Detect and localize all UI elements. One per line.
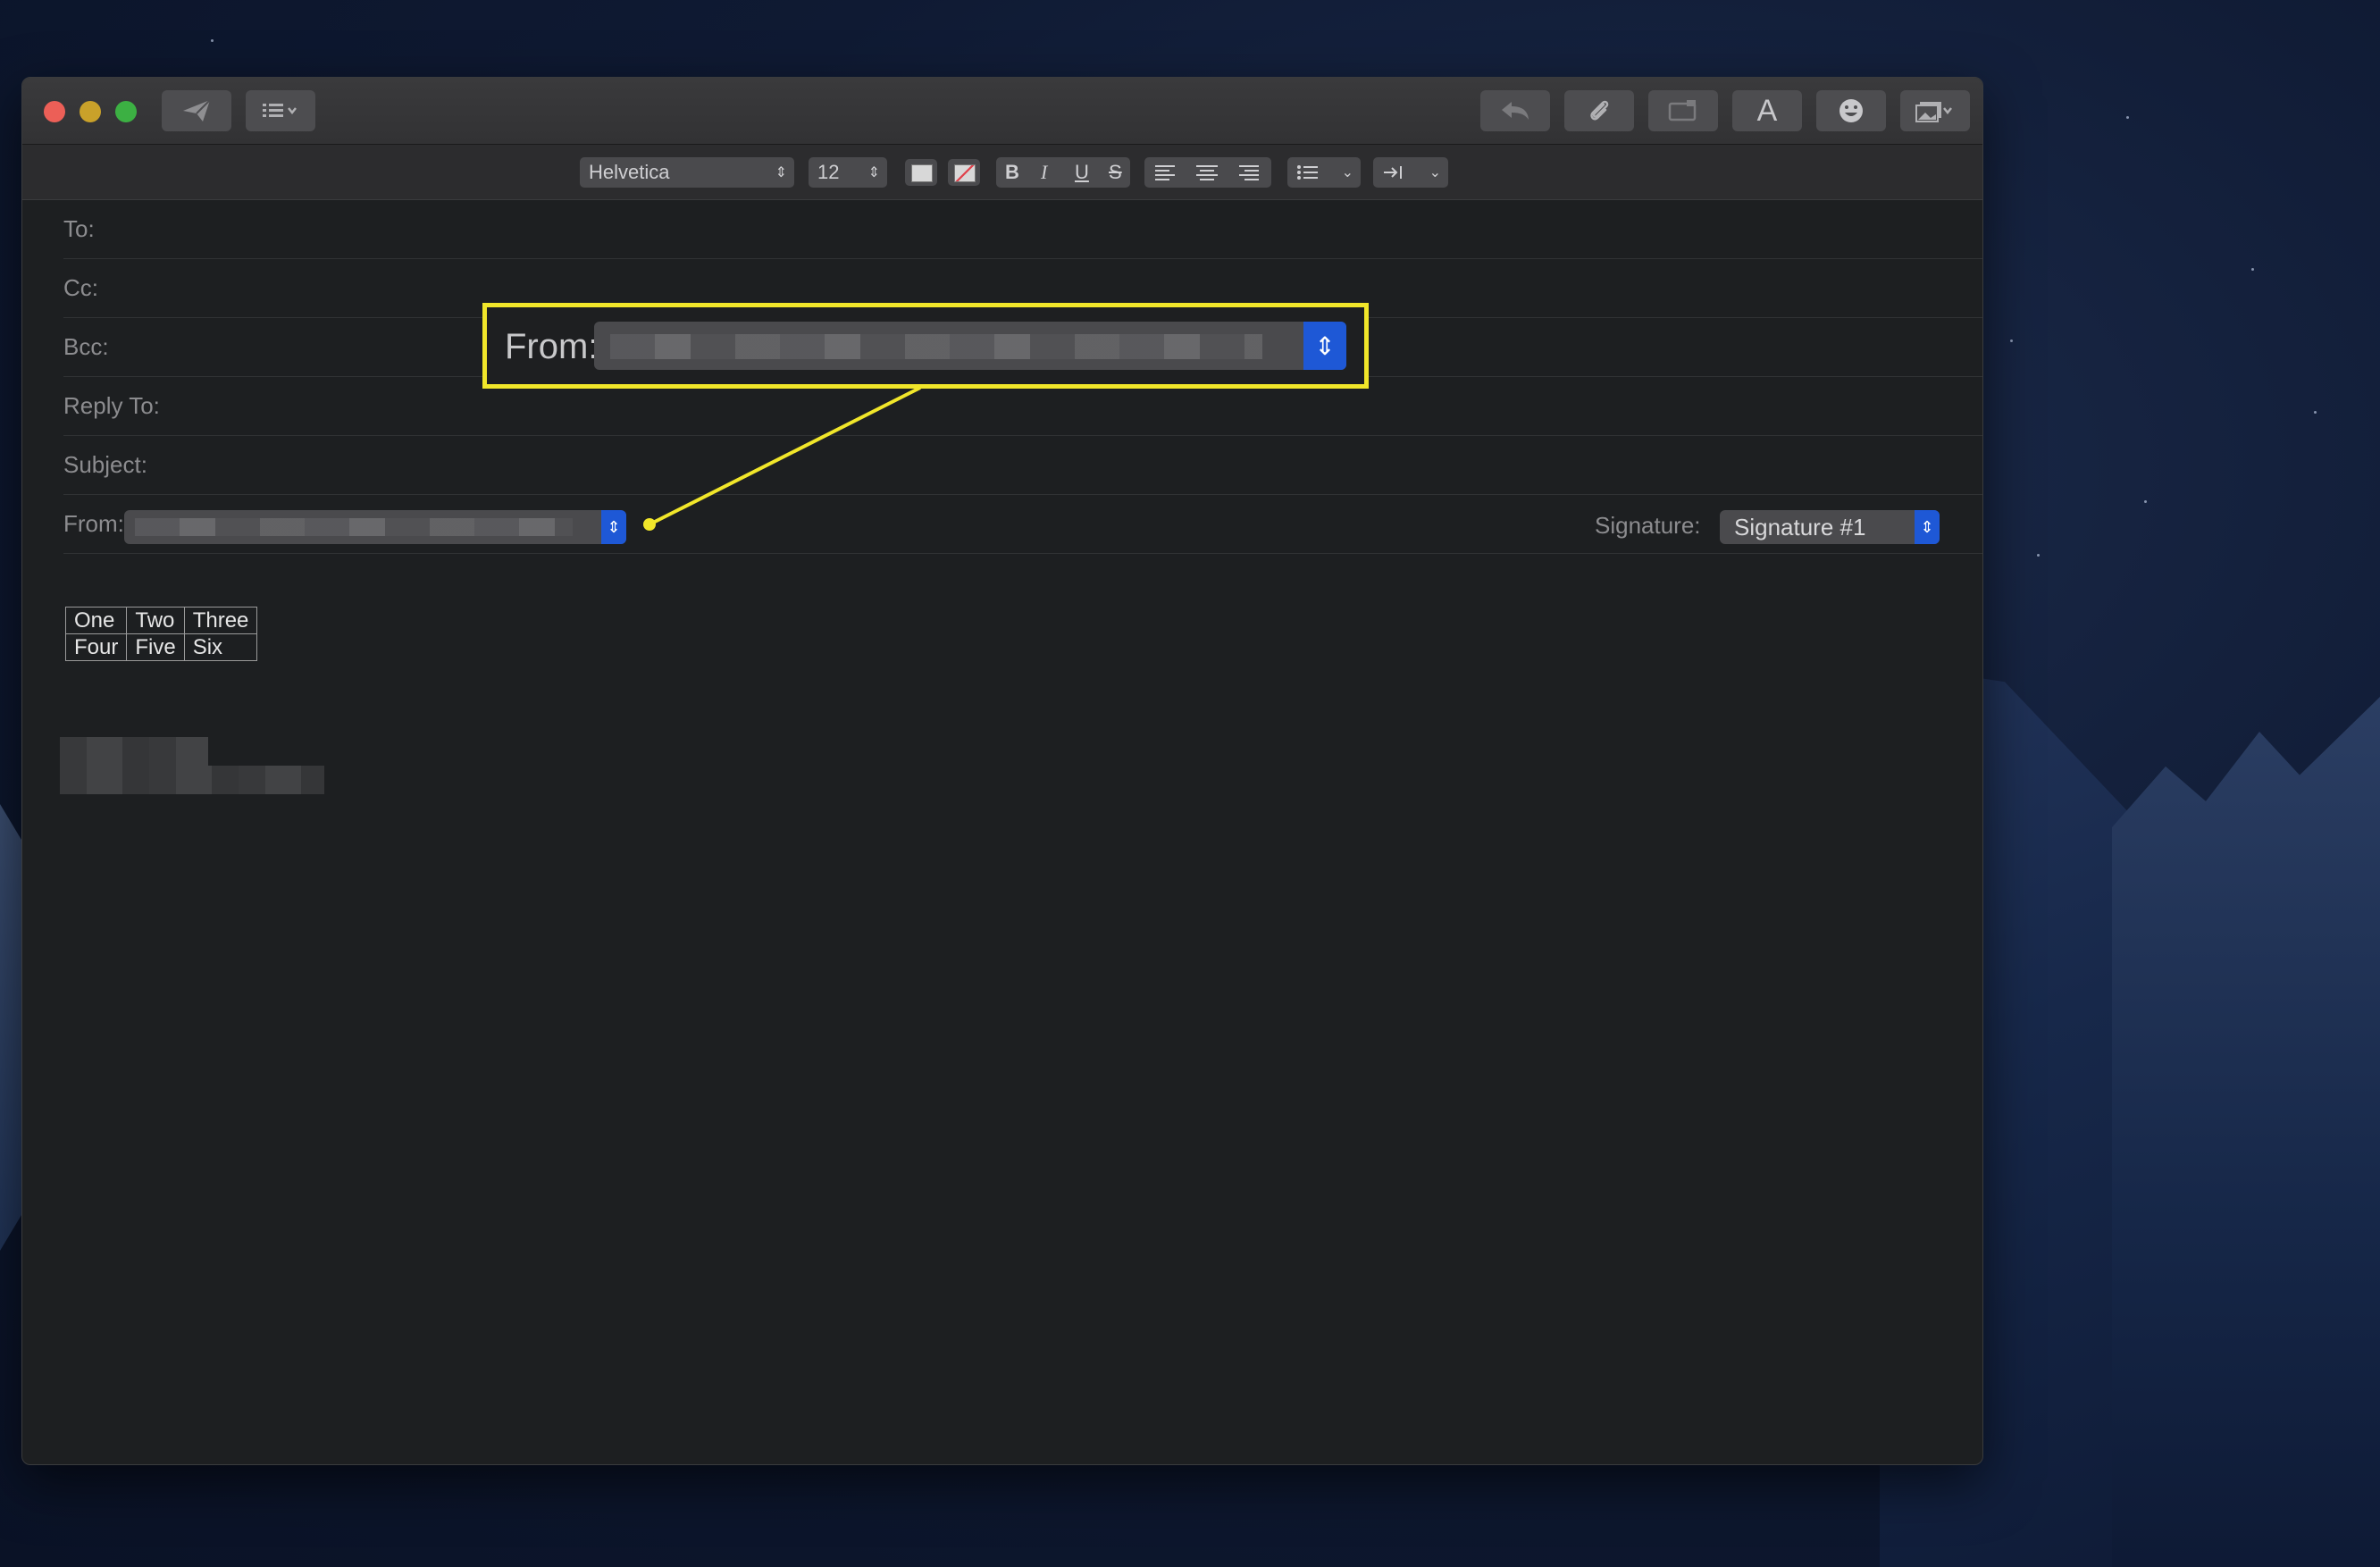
table-cell[interactable]: Five [126, 633, 185, 661]
star [2251, 268, 2254, 271]
font-size-value: 12 [817, 161, 840, 183]
star [2010, 339, 2013, 342]
header-fields-button[interactable] [246, 90, 315, 131]
emoji-button[interactable] [1816, 90, 1886, 131]
photo-camera-icon [1668, 100, 1697, 122]
list-style-select[interactable]: ⌄ [1287, 157, 1361, 188]
table-cell[interactable]: Three [183, 607, 258, 634]
cc-label: Cc: [63, 274, 98, 301]
table-row: Four Five Six [64, 633, 258, 661]
to-label: To: [63, 215, 95, 242]
reply-arrow-icon [1502, 102, 1529, 120]
star [2144, 500, 2147, 503]
reply-button[interactable] [1480, 90, 1550, 131]
list-menu-icon [263, 104, 297, 117]
align-center-icon[interactable] [1194, 163, 1219, 181]
redacted-signature [60, 766, 324, 794]
table-cell[interactable]: One [64, 607, 128, 634]
send-button[interactable] [162, 90, 231, 131]
smiley-icon [1839, 99, 1863, 122]
font-family-select[interactable]: Helvetica ⇕ [580, 157, 794, 188]
font-family-value: Helvetica [589, 161, 670, 183]
attach-button[interactable] [1564, 90, 1634, 131]
format-bar: Helvetica ⇕ 12 ⇕ B I U S ⌄ ⌄ [22, 145, 1982, 200]
to-field[interactable]: To: [63, 200, 1982, 259]
minimize-button[interactable] [80, 101, 101, 122]
star [2037, 554, 2040, 557]
redacted-email [135, 518, 573, 536]
signature-value: Signature #1 [1734, 514, 1866, 540]
table-row: One Two Three [64, 607, 258, 634]
redacted-email [610, 334, 1262, 359]
callout-from-select: ⇕ [594, 322, 1346, 370]
stepper-icon: ⇕ [1303, 322, 1346, 370]
desert-dune [2112, 697, 2380, 1567]
fonts-button[interactable]: A [1732, 90, 1802, 131]
fonts-label: A [1756, 93, 1778, 128]
table-cell[interactable]: Four [64, 633, 128, 661]
chevron-down-icon: ⌄ [1341, 165, 1353, 180]
star [2314, 411, 2317, 414]
photo-browser-button[interactable] [1648, 90, 1718, 131]
background-color-swatch[interactable] [948, 159, 980, 186]
star [2126, 116, 2129, 119]
zoom-button[interactable] [115, 101, 137, 122]
font-size-select[interactable]: 12 ⇕ [809, 157, 887, 188]
bullet-list-icon [1297, 165, 1318, 180]
paper-plane-icon [183, 99, 211, 122]
reply-to-label: Reply To: [63, 392, 160, 419]
stepper-icon: ⇕ [601, 510, 626, 544]
from-account-select[interactable]: ⇕ [124, 510, 626, 544]
stepper-icon: ⇕ [775, 165, 787, 180]
message-table: One Two Three Four Five Six [64, 607, 258, 661]
style-button-group: B I U S [996, 157, 1130, 188]
table-cell[interactable]: Six [183, 633, 258, 661]
text-color-swatch[interactable] [905, 159, 937, 186]
chevron-down-icon: ⌄ [1429, 165, 1441, 180]
title-bar: A [22, 78, 1982, 145]
paperclip-icon [1590, 100, 1609, 121]
indent-icon [1384, 166, 1402, 179]
subject-field[interactable]: Subject: [63, 436, 1982, 495]
signature-label: Signature: [1595, 512, 1701, 539]
align-left-icon[interactable] [1153, 163, 1178, 181]
align-right-icon[interactable] [1236, 163, 1261, 181]
indent-select[interactable]: ⌄ [1373, 157, 1448, 188]
redacted-signature [60, 737, 208, 766]
media-browser-button[interactable] [1900, 90, 1970, 131]
bold-button[interactable]: B [1005, 161, 1019, 184]
star [211, 39, 214, 42]
from-callout: From: ⇕ [482, 303, 1369, 389]
underline-button[interactable]: U [1075, 161, 1089, 184]
stepper-icon: ⇕ [867, 165, 880, 180]
photo-gallery-icon [1915, 102, 1952, 122]
subject-label: Subject: [63, 451, 147, 478]
italic-button[interactable]: I [1041, 161, 1047, 184]
signature-select[interactable]: Signature #1 ⇕ [1720, 510, 1940, 544]
from-label: From: [63, 510, 124, 537]
bcc-label: Bcc: [63, 333, 109, 360]
stepper-icon: ⇕ [1915, 510, 1940, 544]
callout-from-label: From: [505, 327, 599, 366]
strikethrough-button[interactable]: S [1109, 161, 1122, 184]
table-cell[interactable]: Two [126, 607, 185, 634]
alignment-button-group [1144, 157, 1271, 188]
close-button[interactable] [44, 101, 65, 122]
compose-window: A Helvetica ⇕ 12 ⇕ B I U S ⌄ ⌄ To: Cc: B… [21, 77, 1983, 1465]
